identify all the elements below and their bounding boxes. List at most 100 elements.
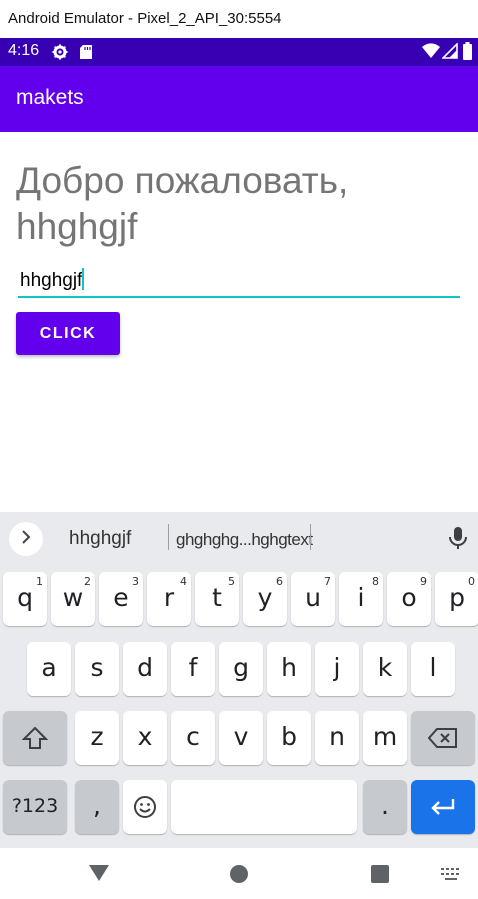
key-label: l: [429, 653, 437, 682]
name-input[interactable]: hhghgjf: [18, 264, 460, 298]
key-label: a: [41, 653, 57, 682]
key-label: z: [90, 722, 104, 751]
key-m[interactable]: m: [363, 711, 407, 765]
navigation-bar: [0, 848, 478, 899]
status-bar: 4:16: [0, 38, 478, 66]
window-title: Android Emulator - Pixel_2_API_30:5554: [0, 0, 478, 38]
click-button[interactable]: CLICK: [16, 312, 120, 355]
key-label: u: [305, 583, 321, 612]
backspace-key[interactable]: [411, 711, 475, 765]
key-label: v: [233, 722, 249, 751]
backspace-icon: [427, 722, 458, 751]
signal-icon: [441, 42, 458, 63]
suggestion-divider: [168, 524, 169, 550]
key-h[interactable]: h: [267, 642, 311, 696]
key-label: e: [113, 583, 129, 612]
key-v[interactable]: v: [219, 711, 263, 765]
period-key[interactable]: .: [363, 780, 407, 834]
microphone-icon[interactable]: [448, 526, 468, 554]
emoji-icon: [133, 791, 157, 820]
key-n[interactable]: n: [315, 711, 359, 765]
key-label: j: [333, 653, 341, 682]
key-t[interactable]: t5: [195, 572, 239, 626]
comma-key[interactable]: ,: [75, 780, 119, 834]
key-label: b: [281, 722, 297, 751]
sd-card-icon: [79, 44, 93, 64]
battery-icon: [463, 42, 472, 64]
key-z[interactable]: z: [75, 711, 119, 765]
key-hint: 2: [84, 575, 91, 588]
key-i[interactable]: i8: [339, 572, 383, 626]
key-label: n: [329, 722, 345, 751]
app-title: makets: [16, 86, 84, 109]
symbols-key[interactable]: ?123: [3, 780, 67, 834]
key-s[interactable]: s: [75, 642, 119, 696]
key-label: h: [281, 653, 297, 682]
key-j[interactable]: j: [315, 642, 359, 696]
key-l[interactable]: l: [411, 642, 455, 696]
key-label: g: [233, 653, 249, 682]
space-key[interactable]: [171, 780, 357, 834]
key-label: x: [137, 722, 153, 751]
key-hint: 5: [228, 575, 235, 588]
suggestion-1[interactable]: hhghgjf: [69, 528, 131, 550]
chevron-right-icon: [20, 528, 32, 549]
welcome-text: Добро пожаловать, hhghgjf: [16, 160, 349, 247]
key-hint: 0: [468, 575, 475, 588]
key-label: q: [17, 583, 33, 612]
shift-icon: [21, 722, 49, 751]
keyboard-switch-icon[interactable]: [441, 867, 461, 886]
key-u[interactable]: u7: [291, 572, 335, 626]
recents-icon[interactable]: [371, 865, 389, 883]
settings-icon: [52, 44, 68, 64]
key-label: w: [62, 583, 84, 612]
text-cursor: [82, 268, 85, 290]
soft-keyboard: hhghgjf ghghghg...hghgtext q1w2e3r4t5y6u…: [0, 512, 478, 848]
key-hint: 9: [420, 575, 427, 588]
key-f[interactable]: f: [171, 642, 215, 696]
shift-key[interactable]: [3, 711, 67, 765]
key-hint: 8: [372, 575, 379, 588]
key-k[interactable]: k: [363, 642, 407, 696]
key-label: p: [449, 583, 465, 612]
name-input-value: hhghgjf: [20, 270, 83, 291]
home-icon[interactable]: [230, 865, 248, 883]
key-w[interactable]: w2: [51, 572, 95, 626]
key-hint: 3: [132, 575, 139, 588]
app-bar: makets: [0, 66, 478, 132]
suggestion-strip: hhghgjf ghghghg...hghgtext: [0, 512, 478, 564]
key-y[interactable]: y6: [243, 572, 287, 626]
emoji-key[interactable]: [123, 780, 167, 834]
key-label: s: [90, 653, 104, 682]
wifi-icon: [422, 43, 440, 63]
key-r[interactable]: r4: [147, 572, 191, 626]
key-d[interactable]: d: [123, 642, 167, 696]
key-label: m: [372, 722, 398, 751]
enter-icon: [430, 791, 456, 820]
key-o[interactable]: o9: [387, 572, 431, 626]
key-label: d: [137, 653, 153, 682]
key-label: y: [257, 583, 273, 612]
key-x[interactable]: x: [123, 711, 167, 765]
key-b[interactable]: b: [267, 711, 311, 765]
key-q[interactable]: q1: [3, 572, 47, 626]
key-g[interactable]: g: [219, 642, 263, 696]
expand-suggestions-button[interactable]: [9, 522, 43, 556]
key-hint: 4: [180, 575, 187, 588]
key-c[interactable]: c: [171, 711, 215, 765]
key-p[interactable]: p0: [435, 572, 478, 626]
suggestion-2[interactable]: ghghghg...hghgtext: [176, 530, 313, 550]
key-label: o: [401, 583, 417, 612]
key-label: k: [377, 653, 393, 682]
key-label: c: [186, 722, 200, 751]
key-e[interactable]: e3: [99, 572, 143, 626]
key-a[interactable]: a: [27, 642, 71, 696]
key-label: r: [163, 583, 175, 612]
status-time: 4:16: [8, 42, 40, 59]
enter-key[interactable]: [411, 780, 475, 834]
back-icon[interactable]: [89, 864, 109, 886]
key-hint: 6: [276, 575, 283, 588]
key-label: i: [357, 583, 365, 612]
key-label: t: [212, 583, 222, 612]
suggestion-divider: [310, 524, 311, 550]
